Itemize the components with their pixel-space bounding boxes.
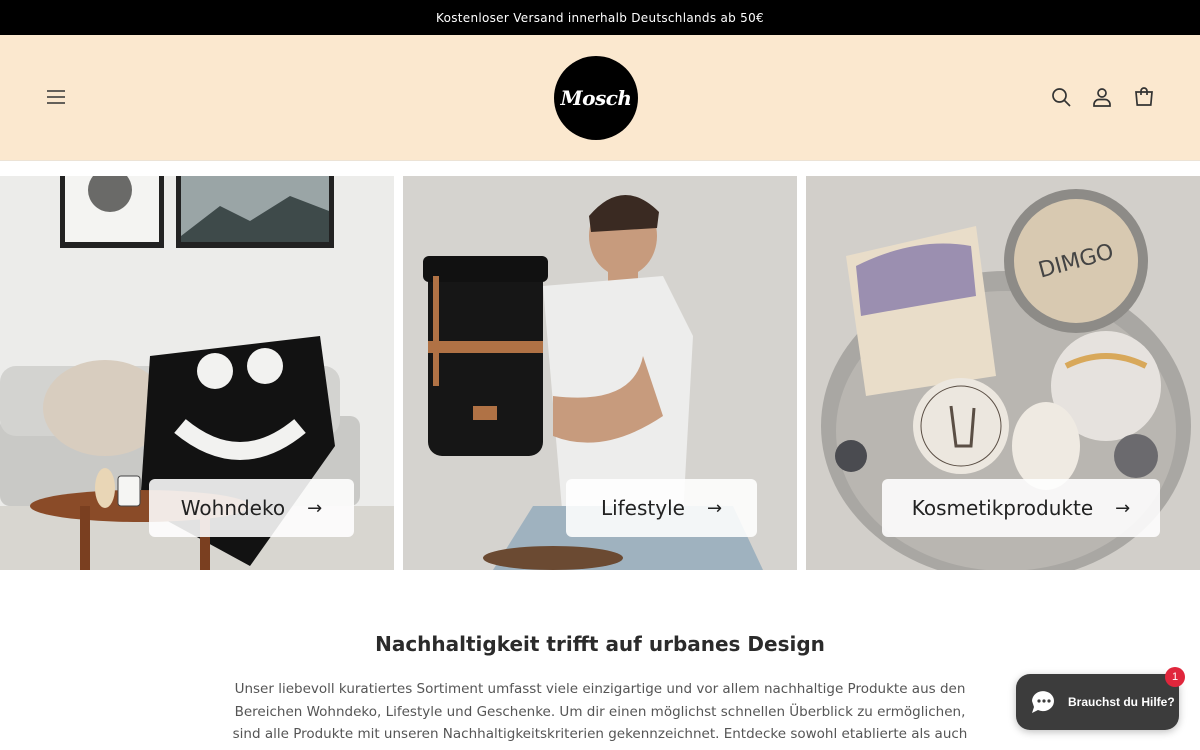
site-header: Mosch xyxy=(0,35,1200,161)
menu-icon[interactable] xyxy=(44,85,68,109)
category-tile-wohndeko[interactable]: Wohndeko → xyxy=(0,176,394,570)
lifestyle-label: Lifestyle xyxy=(600,496,685,520)
chat-label: Brauchst du Hilfe? xyxy=(1068,695,1175,709)
chat-notification-badge: 1 xyxy=(1165,667,1185,687)
chat-bubble-icon xyxy=(1032,691,1054,713)
category-tiles: Wohndeko → Lifestyle → DIMGO Kosmetikpro… xyxy=(0,176,1200,570)
announcement-bar: Kostenloser Versand innerhalb Deutschlan… xyxy=(0,0,1200,35)
logo[interactable]: Mosch xyxy=(554,56,638,140)
category-tile-lifestyle[interactable]: Lifestyle → xyxy=(403,176,797,570)
account-icon[interactable] xyxy=(1090,85,1114,109)
announcement-text: Kostenloser Versand innerhalb Deutschlan… xyxy=(436,10,764,25)
chat-widget-button[interactable]: Brauchst du Hilfe? xyxy=(1016,674,1179,730)
intro-title: Nachhaltigkeit trifft auf urbanes Design xyxy=(375,632,825,656)
arrow-right-icon: → xyxy=(706,497,723,519)
lifestyle-button[interactable]: Lifestyle → xyxy=(566,479,757,537)
intro-text: Unser liebevoll kuratiertes Sortiment um… xyxy=(232,681,968,750)
wohndeko-button[interactable]: Wohndeko → xyxy=(149,479,354,537)
logo-text: Mosch xyxy=(560,86,632,110)
search-icon[interactable] xyxy=(1049,85,1073,109)
kosmetik-label: Kosmetikprodukte xyxy=(911,496,1094,520)
arrow-right-icon: → xyxy=(1115,497,1131,519)
wohndeko-label: Wohndeko xyxy=(180,496,286,520)
arrow-right-icon: → xyxy=(307,497,323,519)
kosmetik-button[interactable]: Kosmetikprodukte → xyxy=(882,479,1160,537)
cart-icon[interactable] xyxy=(1132,85,1156,109)
category-tile-kosmetik[interactable]: DIMGO Kosmetikprodukte → xyxy=(806,176,1200,570)
